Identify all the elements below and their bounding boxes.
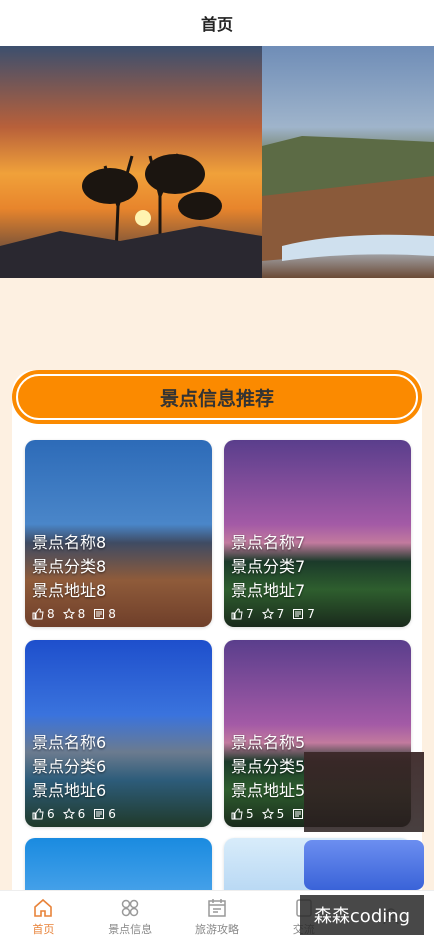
- home-icon: [34, 898, 53, 917]
- views-icon: [293, 609, 304, 619]
- page-title: 首页: [200, 15, 233, 34]
- grid-icon: [121, 899, 139, 917]
- attraction-address: 景点地址8: [32, 581, 107, 600]
- attraction-image: [25, 838, 212, 898]
- likes-count: 5: [246, 807, 254, 821]
- floating-button-overlay[interactable]: [304, 840, 424, 890]
- rocky-river-image: [262, 136, 434, 261]
- views-count: 8: [108, 607, 116, 621]
- likes-count: 7: [246, 607, 254, 621]
- tab-home[interactable]: 首页: [0, 891, 87, 943]
- favorites-count: 8: [77, 607, 86, 621]
- popup-overlay: [304, 752, 424, 832]
- attraction-address: 景点地址7: [231, 581, 306, 600]
- star-icon: [261, 808, 274, 820]
- favorites-count: 7: [276, 607, 285, 621]
- views-icon: [293, 809, 304, 819]
- tab-attractions[interactable]: 景点信息: [87, 891, 174, 943]
- banner-carousel[interactable]: [0, 46, 434, 278]
- attraction-card[interactable]: 景点名称6 景点分类6 景点地址6 6 6 6: [25, 640, 212, 827]
- attraction-card[interactable]: 景点名称7 景点分类7 景点地址7 7 7 7: [224, 440, 411, 627]
- attraction-card[interactable]: [25, 838, 212, 898]
- attraction-category: 景点分类6: [32, 757, 107, 776]
- attraction-name: 景点名称7: [231, 533, 306, 552]
- views-count: 7: [307, 607, 315, 621]
- section-title-bar: 景点信息推荐: [12, 370, 422, 424]
- tab-travel-guide[interactable]: 旅游攻略: [174, 891, 261, 943]
- star-icon: [62, 808, 75, 820]
- attraction-address: 景点地址6: [32, 781, 107, 800]
- star-icon: [261, 608, 274, 620]
- favorites-count: 6: [77, 807, 86, 821]
- attraction-name: 景点名称6: [32, 733, 107, 752]
- star-icon: [62, 608, 75, 620]
- views-count: 6: [108, 807, 116, 821]
- tab-label: 旅游攻略: [194, 923, 239, 936]
- thumbs-up-icon: [231, 808, 243, 820]
- likes-count: 8: [47, 607, 55, 621]
- tab-label: 首页: [32, 923, 55, 936]
- banner-slide-sunset[interactable]: [0, 46, 262, 278]
- thumbs-up-icon: [32, 608, 44, 620]
- sunset-tree-image: [0, 153, 262, 278]
- views-icon: [94, 809, 105, 819]
- calendar-icon: [208, 899, 226, 917]
- attraction-name: 景点名称8: [32, 533, 107, 552]
- tab-label: 景点信息: [108, 923, 153, 936]
- section-title: 景点信息推荐: [16, 374, 418, 420]
- views-icon: [94, 609, 105, 619]
- banner-slide-rocks[interactable]: [262, 46, 434, 278]
- thumbs-up-icon: [32, 808, 44, 820]
- thumbs-up-icon: [231, 608, 243, 620]
- attraction-card[interactable]: 景点名称8 景点分类8 景点地址8 8 8 8: [25, 440, 212, 627]
- attraction-category: 景点分类7: [231, 557, 306, 576]
- attraction-category: 景点分类8: [32, 557, 107, 576]
- likes-count: 6: [47, 807, 55, 821]
- top-bar: 首页: [0, 0, 434, 46]
- watermark: 森森coding: [300, 895, 424, 935]
- favorites-count: 5: [276, 807, 285, 821]
